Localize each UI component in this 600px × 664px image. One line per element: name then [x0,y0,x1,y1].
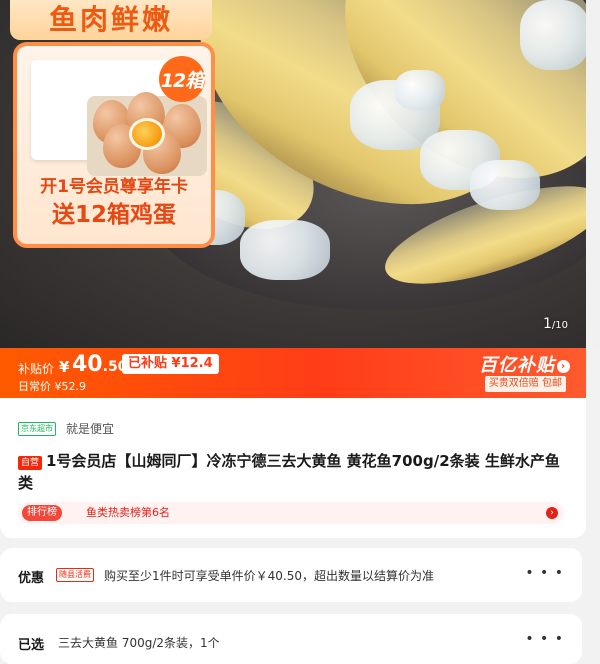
offer-tag: 随县活费 [56,568,94,582]
scrollbar[interactable] [586,0,600,348]
chevron-right-icon: › [557,359,570,373]
membership-promo-card[interactable]: 12箱 开1号会员尊享年卡 送12箱鸡蛋 [13,42,215,248]
price-integer: 40 [72,352,103,377]
ranking-text: 鱼类热卖榜第6名 [86,506,170,519]
offer-text: 购买至少1件时可享受单件价￥40.50，超出数量以结算价为准 [104,569,434,583]
ranking-tag: 排行榜 [22,505,62,521]
ice-graphic [240,220,330,280]
ranking-banner[interactable]: 排行榜 鱼类热卖榜第6名 › [18,502,564,524]
store-badge: 京东超市 [18,422,56,436]
ice-graphic [470,160,540,210]
offer-label: 优惠 [18,571,45,586]
daily-price: 日常价 ¥52.9 [18,380,86,393]
more-icon[interactable]: • • • [525,631,564,647]
promo-text: 开1号会员尊享年卡 送12箱鸡蛋 [17,174,211,230]
offer-row[interactable]: 优惠 随县活费 购买至少1件时可享受单件价￥40.50，超出数量以结算价为准 •… [0,548,582,602]
subsidy-amount-badge: 已补贴 ¥12.4 [122,354,219,374]
chevron-right-icon: › [546,507,558,519]
selected-label: 已选 [18,638,45,653]
price-bar: 补贴价 ¥ 40.50 已补贴 ¥12.4 日常价 ¥52.9 百亿补贴 › 买贵… [0,348,586,398]
more-icon[interactable]: • • • [525,565,564,581]
promo-line-2: 送12箱鸡蛋 [51,202,176,228]
subsidy-price: 40.50 [72,352,127,377]
product-info-card: 京东超市 就是便宜 自营 1号会员店【山姆同厂】冷冻宁德三去大黄鱼 黄花鱼700… [0,398,586,538]
subsidy-program-logo: 百亿补贴 [479,355,555,376]
selected-variant-text: 三去大黄鱼 700g/2条装，1个 [58,636,220,650]
selected-variant-row[interactable]: 已选 三去大黄鱼 700g/2条装，1个 • • • [0,614,582,664]
box-count-badge: 12箱 [159,56,205,102]
store-slogan: 就是便宜 [66,422,115,436]
image-counter-current: 1 [542,316,552,332]
image-counter: 1/10 [543,316,568,332]
egg-yolk-image [129,118,165,150]
subsidy-price-label: 补贴价 [18,362,55,376]
currency-symbol: ¥ [59,358,70,376]
product-image-carousel[interactable]: 鱼肉鲜嫩 12箱 开1号会员尊享年卡 送12箱鸡蛋 1/10 [0,0,586,348]
promo-headline: 鱼肉鲜嫩 [10,0,212,40]
promo-line-1: 开1号会员尊享年卡 [40,177,188,197]
guarantee-tag: 买贵双倍赔 包邮 [484,376,566,392]
ice-graphic [395,70,445,110]
subsidy-program-link[interactable]: 百亿补贴 › [479,351,570,377]
image-counter-total: /10 [551,320,568,331]
promo-headline-text: 鱼肉鲜嫩 [48,3,173,36]
ice-graphic [520,0,586,70]
product-title: 1号会员店【山姆同厂】冷冻宁德三去大黄鱼 黄花鱼700g/2条装 生鲜水产鱼类 [18,452,560,492]
